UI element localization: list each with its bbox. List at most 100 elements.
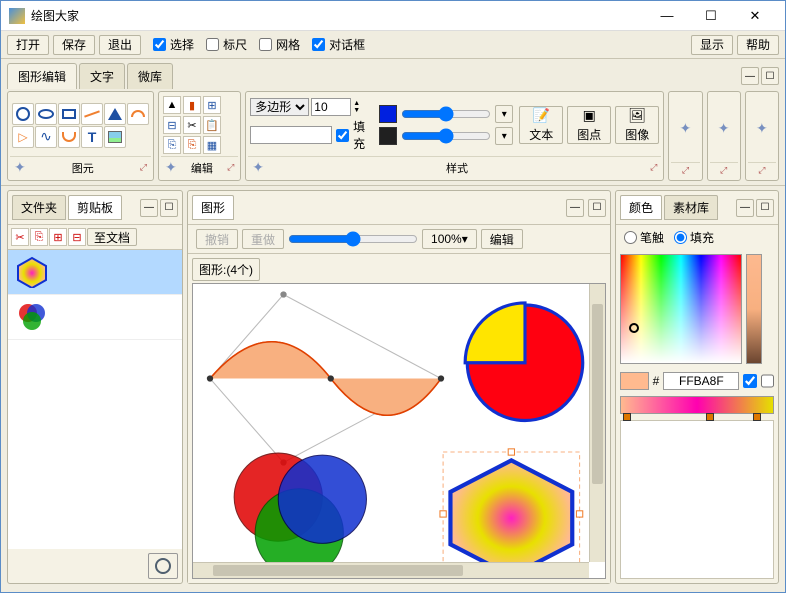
panel-min-button[interactable]: — — [736, 199, 754, 217]
dialog-checkbox[interactable]: 对话框 — [312, 36, 365, 53]
expand-icon[interactable]: ⤢ — [758, 165, 765, 176]
wand-icon[interactable]: ✦ — [680, 120, 692, 137]
image-tool[interactable] — [104, 126, 126, 148]
delete-icon[interactable]: ▦ — [203, 136, 221, 154]
fill-color-swatch[interactable] — [379, 127, 397, 145]
zoom-level[interactable]: 100% ▾ — [422, 229, 477, 249]
clip-item-venn[interactable] — [8, 295, 182, 340]
color-check-1[interactable] — [743, 374, 756, 388]
stroke-more[interactable]: ▾ — [495, 105, 513, 123]
delete-icon[interactable]: ⊟ — [68, 228, 86, 246]
polyline-tool[interactable]: ▷ — [12, 126, 34, 148]
expand-icon[interactable]: ⤢ — [227, 162, 234, 173]
wave-tool[interactable]: ∿ — [35, 126, 57, 148]
panel-max-button[interactable]: ☐ — [160, 199, 178, 217]
tab-clipboard[interactable]: 剪贴板 — [68, 195, 122, 220]
canvas-max-button[interactable]: ☐ — [588, 199, 606, 217]
save-button[interactable]: 保存 — [53, 35, 95, 55]
fill-radio[interactable]: 填充 — [674, 229, 714, 246]
color-check-2[interactable] — [761, 374, 774, 388]
tab-micro-lib[interactable]: 微库 — [127, 63, 173, 89]
triangle-tool[interactable] — [104, 103, 126, 125]
hex-input[interactable] — [663, 372, 739, 390]
tab-material[interactable]: 素材库 — [664, 195, 718, 220]
stepper-up[interactable]: ▲ — [353, 100, 360, 107]
line-style-select[interactable] — [250, 126, 332, 144]
shape-type-select[interactable]: 多边形 — [250, 98, 309, 116]
paste-icon[interactable]: 📋 — [203, 116, 221, 134]
vertical-scrollbar[interactable] — [589, 284, 605, 562]
stroke-slider[interactable] — [401, 106, 491, 122]
ribbon-close-button[interactable]: ☐ — [761, 67, 779, 85]
minimize-button[interactable]: — — [645, 2, 689, 30]
grid-checkbox[interactable]: 网格 — [259, 36, 300, 53]
polygon-sides-input[interactable] — [311, 98, 351, 116]
expand-icon[interactable]: ⤢ — [682, 165, 689, 176]
clip-item-hexagon[interactable] — [8, 250, 182, 295]
show-button[interactable]: 显示 — [691, 35, 733, 55]
style-point-button[interactable]: ▣图点 — [567, 106, 611, 144]
hue-bar[interactable] — [746, 254, 762, 364]
wand-icon[interactable]: ✦ — [14, 159, 26, 176]
canvas-edit-button[interactable]: 编辑 — [481, 229, 523, 249]
open-button[interactable]: 打开 — [7, 35, 49, 55]
wand-icon[interactable]: ✦ — [165, 159, 177, 176]
tab-folder[interactable]: 文件夹 — [12, 195, 66, 220]
fill-checkbox[interactable]: 填充 — [336, 118, 373, 152]
select-checkbox[interactable]: 选择 — [153, 36, 194, 53]
curve-tool[interactable] — [58, 126, 80, 148]
panel-min-button[interactable]: — — [140, 199, 158, 217]
ruler-checkbox[interactable]: 标尺 — [206, 36, 247, 53]
shape-preview-button[interactable] — [148, 553, 178, 579]
wand-icon[interactable]: ✦ — [756, 120, 768, 137]
horizontal-scrollbar[interactable] — [193, 562, 589, 578]
paste-icon[interactable]: ⊞ — [49, 228, 67, 246]
gradient-stop-2[interactable] — [706, 413, 714, 421]
canvas-tab[interactable]: 图形 — [192, 195, 234, 220]
gradient-stop-3[interactable] — [753, 413, 761, 421]
layer-icon[interactable]: ▲ — [163, 96, 181, 114]
gradient-stop-1[interactable] — [623, 413, 631, 421]
text-tool[interactable]: T — [81, 126, 103, 148]
ribbon-minimize-button[interactable]: — — [741, 67, 759, 85]
stepper-down[interactable]: ▼ — [353, 107, 360, 114]
drawing-canvas[interactable] — [192, 283, 606, 579]
color-field[interactable] — [620, 254, 742, 364]
undo-button[interactable]: 撤销 — [196, 229, 238, 249]
stroke-color-swatch[interactable] — [379, 105, 397, 123]
fill-more[interactable]: ▾ — [495, 127, 513, 145]
align-icon[interactable]: ▮ — [183, 96, 201, 114]
circle-tool[interactable] — [12, 103, 34, 125]
line-tool[interactable] — [81, 103, 103, 125]
group-icon[interactable]: ⊞ — [203, 96, 221, 114]
maximize-button[interactable]: ☐ — [689, 2, 733, 30]
copy-icon[interactable]: ⎘ — [163, 136, 181, 154]
style-image-button[interactable]: 🖼图像 — [615, 106, 659, 144]
panel-max-button[interactable]: ☐ — [756, 199, 774, 217]
redo-button[interactable]: 重做 — [242, 229, 284, 249]
duplicate-icon[interactable]: ⎘ — [183, 136, 201, 154]
canvas-min-button[interactable]: — — [566, 199, 584, 217]
tab-color[interactable]: 颜色 — [620, 195, 662, 220]
expand-icon[interactable]: ⤢ — [650, 162, 657, 173]
wand-icon[interactable]: ✦ — [718, 120, 730, 137]
tab-shape-edit[interactable]: 图形编辑 — [7, 63, 77, 89]
gradient-strip[interactable] — [620, 396, 774, 414]
arc-tool[interactable] — [127, 103, 149, 125]
rectangle-tool[interactable] — [58, 103, 80, 125]
to-doc-button[interactable]: 至文档 — [87, 228, 137, 246]
expand-icon[interactable]: ⤢ — [720, 165, 727, 176]
wand-icon[interactable]: ✦ — [252, 159, 264, 176]
fill-slider[interactable] — [401, 128, 491, 144]
exit-button[interactable]: 退出 — [99, 35, 141, 55]
zoom-slider[interactable] — [288, 231, 418, 247]
expand-icon[interactable]: ⤢ — [140, 162, 147, 173]
style-text-button[interactable]: 📝文本 — [519, 106, 563, 144]
stroke-radio[interactable]: 笔触 — [624, 229, 664, 246]
close-button[interactable]: ✕ — [733, 2, 777, 30]
tab-text[interactable]: 文字 — [79, 63, 125, 89]
scissors-icon[interactable]: ✂ — [183, 116, 201, 134]
help-button[interactable]: 帮助 — [737, 35, 779, 55]
order-icon[interactable]: ⊟ — [163, 116, 181, 134]
cut-icon[interactable]: ✂ — [11, 228, 29, 246]
